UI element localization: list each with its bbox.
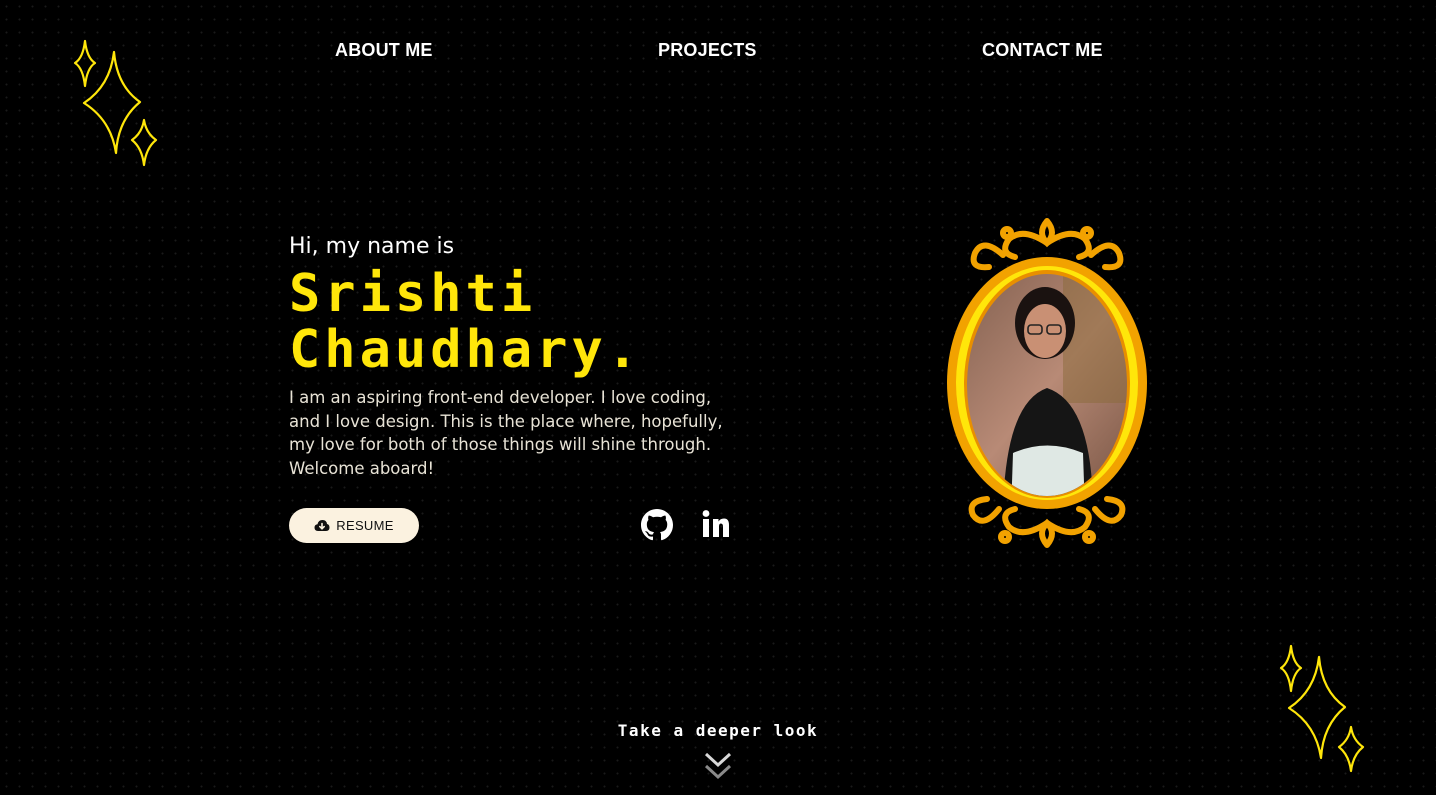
github-icon[interactable]	[641, 509, 673, 541]
linkedin-icon[interactable]	[700, 508, 732, 540]
nav-projects[interactable]: PROJECTS	[658, 40, 757, 61]
nav-contact-me[interactable]: CONTACT ME	[982, 40, 1103, 61]
deeper-look-text: Take a deeper look	[617, 721, 819, 740]
hero-name-last: Chaudhary.	[289, 320, 643, 380]
nav-about-me[interactable]: ABOUT ME	[335, 40, 433, 61]
portrait-frame	[947, 218, 1147, 548]
cloud-download-icon	[314, 520, 330, 531]
double-chevron-down-icon[interactable]	[704, 752, 732, 782]
greeting: Hi, my name is	[289, 234, 455, 259]
bio-text: I am an aspiring front-end developer. I …	[289, 388, 723, 478]
resume-label: RESUME	[336, 518, 394, 533]
hero-name: Srishti Chaudhary.	[289, 266, 809, 378]
hero-name-first: Srishti	[289, 264, 537, 324]
sparkle-icon	[73, 39, 158, 167]
resume-button[interactable]: RESUME	[289, 508, 419, 543]
sparkle-icon	[1279, 644, 1365, 773]
